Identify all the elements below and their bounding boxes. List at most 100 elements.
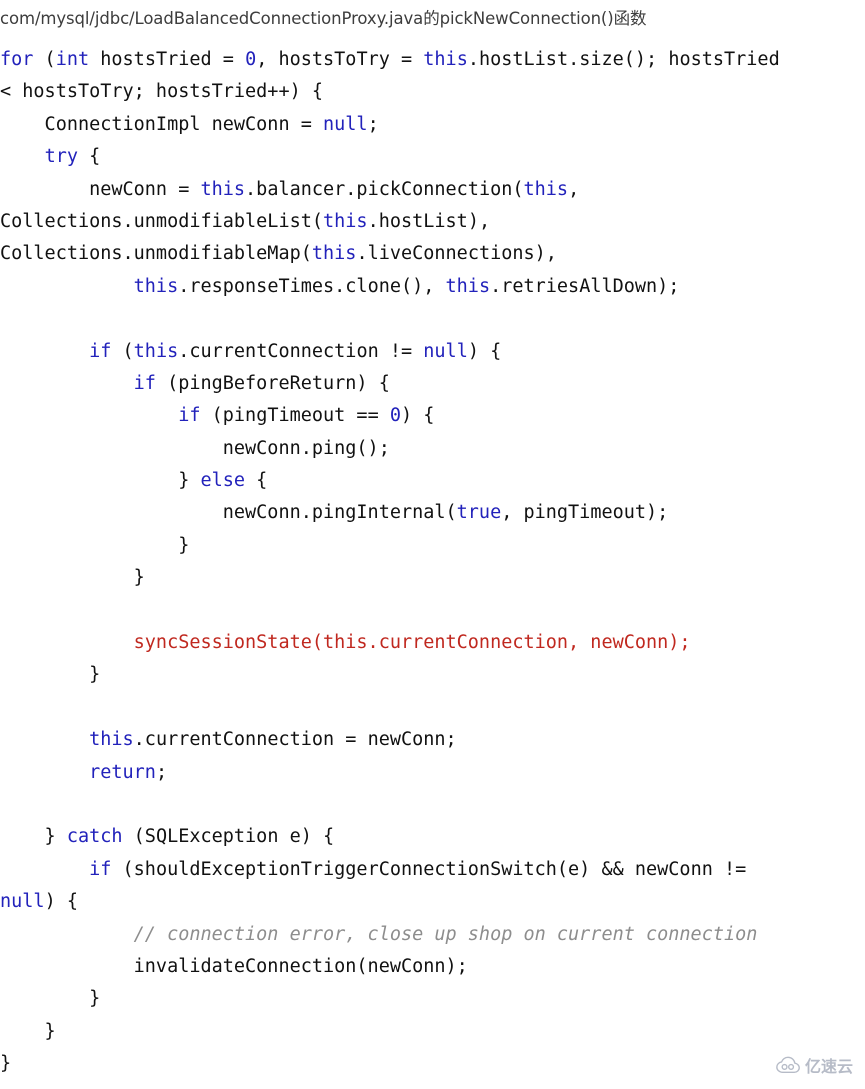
code-token: } xyxy=(0,988,101,1010)
code-line: Collections.unmodifiableMap(this.liveCon… xyxy=(0,238,865,270)
code-line: syncSessionState(this.currentConnection,… xyxy=(0,627,865,659)
code-token: null xyxy=(423,340,468,362)
code-token: this xyxy=(200,178,246,200)
code-token: .liveConnections), xyxy=(356,243,557,265)
code-line: Collections.unmodifiableList(this.hostLi… xyxy=(0,206,865,238)
code-token: this xyxy=(311,243,357,265)
code-token: (pingTimeout == xyxy=(200,405,390,427)
code-token: } xyxy=(0,534,190,556)
code-token: .currentConnection != xyxy=(178,340,424,362)
code-token: < hostsToTry; hostsTried++) { xyxy=(0,81,324,103)
code-line: < hostsToTry; hostsTried++) { xyxy=(0,76,865,108)
code-token: } xyxy=(0,826,67,848)
cloud-icon xyxy=(775,1056,801,1074)
code-block: for (int hostsTried = 0, hostsToTry = th… xyxy=(0,44,865,1081)
code-token: ; xyxy=(155,761,168,783)
code-line: for (int hostsTried = 0, hostsToTry = th… xyxy=(0,44,865,76)
code-token: } xyxy=(0,470,201,492)
code-token: this xyxy=(323,210,368,232)
code-token: } xyxy=(0,664,101,686)
code-line: } catch (SQLException e) { xyxy=(0,821,865,853)
code-line: invalidateConnection(newConn); xyxy=(0,951,865,983)
watermark: 亿速云 xyxy=(775,1053,853,1077)
code-line: ConnectionImpl newConn = null; xyxy=(0,109,865,141)
code-token: invalidateConnection(newConn); xyxy=(0,955,468,977)
code-token: ) { xyxy=(467,340,502,362)
code-token: .balancer.pickConnection( xyxy=(245,178,524,200)
code-token: .retriesAllDown); xyxy=(490,275,680,297)
code-token: if xyxy=(178,405,201,427)
code-line: } xyxy=(0,562,865,594)
code-token: ) { xyxy=(401,405,435,427)
code-token: , pingTimeout); xyxy=(501,502,669,524)
code-token: this xyxy=(89,729,134,751)
code-token: catch xyxy=(66,826,123,848)
code-token: ) { xyxy=(44,891,78,913)
code-line: try { xyxy=(0,141,865,173)
code-line: } xyxy=(0,659,865,691)
code-token: 0 xyxy=(245,49,257,70)
code-token: Collections.unmodifiableMap( xyxy=(0,243,312,265)
code-token: } xyxy=(0,1020,56,1042)
code-line: // connection error, close up shop on cu… xyxy=(0,919,865,951)
code-token: { xyxy=(77,146,101,168)
code-token: null xyxy=(0,891,45,913)
code-line: } xyxy=(0,1048,865,1080)
code-token: (shouldExceptionTriggerConnectionSwitch(… xyxy=(111,858,747,880)
code-line: } xyxy=(0,530,865,562)
code-line: } xyxy=(0,1016,865,1048)
code-token: (pingBeforeReturn) { xyxy=(155,372,390,394)
code-token: return xyxy=(89,761,156,783)
code-line: if (pingTimeout == 0) { xyxy=(0,400,865,432)
code-token: ConnectionImpl newConn = xyxy=(0,113,324,135)
code-token: if xyxy=(89,858,112,880)
code-token: .hostList), xyxy=(367,210,491,232)
code-line: this.responseTimes.clone(), this.retries… xyxy=(0,271,865,303)
code-token: else xyxy=(200,470,246,492)
code-snippet-page: com/mysql/jdbc/LoadBalancedConnectionPro… xyxy=(0,0,865,1089)
code-token: syncSessionState(this.currentConnection,… xyxy=(0,632,691,654)
code-token: { xyxy=(245,470,268,492)
code-line: } else { xyxy=(0,465,865,497)
code-token: this xyxy=(133,340,179,362)
code-token: this xyxy=(133,275,179,297)
code-token: .responseTimes.clone(), xyxy=(178,275,446,297)
code-token: , hostsToTry = xyxy=(256,49,424,70)
code-token: .hostList.size(); hostsTried xyxy=(467,49,780,70)
code-token: try xyxy=(44,146,78,168)
page-title: com/mysql/jdbc/LoadBalancedConnectionPro… xyxy=(0,9,647,28)
code-line: return; xyxy=(0,757,865,789)
code-line: if (this.currentConnection != null) { xyxy=(0,336,865,368)
code-token: Collections.unmodifiableList( xyxy=(0,210,324,232)
code-line: } xyxy=(0,983,865,1015)
code-token: newConn.ping(); xyxy=(0,437,390,459)
watermark-label: 亿速云 xyxy=(804,1057,853,1076)
code-token: if xyxy=(89,340,112,362)
code-token: (SQLException e) { xyxy=(122,826,335,848)
code-token: int xyxy=(55,49,90,70)
code-token: null xyxy=(323,113,368,135)
code-token: if xyxy=(133,372,156,394)
code-line: newConn.pingInternal(true, pingTimeout); xyxy=(0,497,865,529)
code-token: .currentConnection = newConn; xyxy=(133,729,457,751)
code-token: for xyxy=(0,49,34,70)
code-token: this xyxy=(523,178,569,200)
code-token: hostsTried = xyxy=(89,49,246,70)
code-line: if (shouldExceptionTriggerConnectionSwit… xyxy=(0,854,865,886)
code-line: null) { xyxy=(0,886,865,918)
code-token: } xyxy=(0,567,145,589)
code-line: if (pingBeforeReturn) { xyxy=(0,368,865,400)
code-token: true xyxy=(456,502,502,524)
code-token: ; xyxy=(367,113,379,135)
